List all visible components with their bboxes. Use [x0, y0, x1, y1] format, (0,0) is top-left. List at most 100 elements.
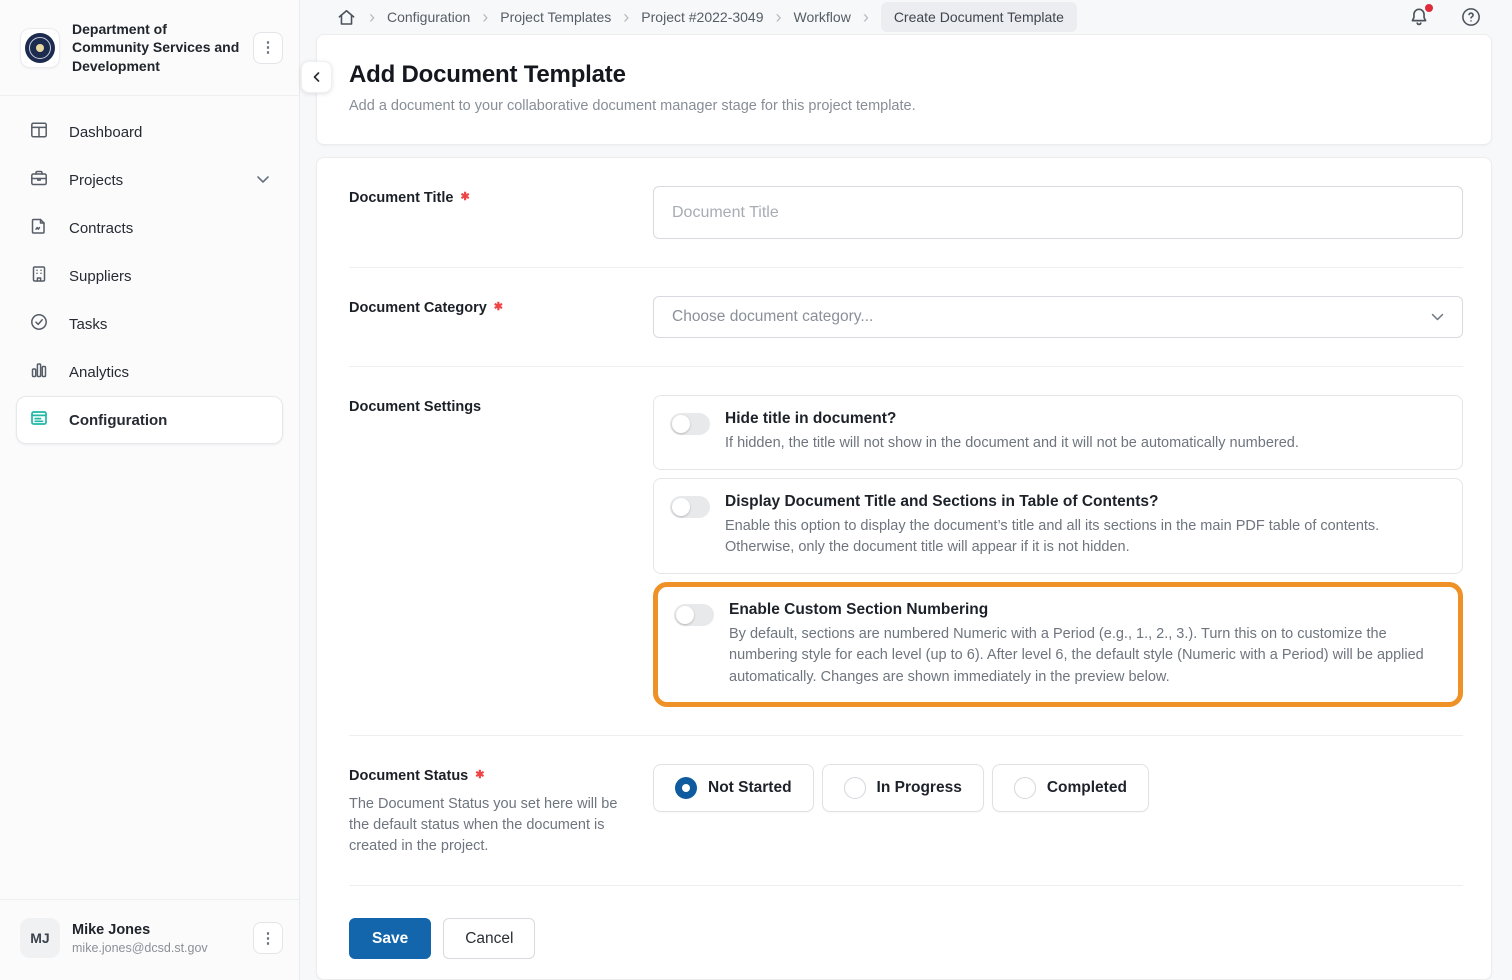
- org-header: Department of Community Services and Dev…: [0, 0, 299, 96]
- breadcrumb-item-workflow[interactable]: Workflow: [794, 9, 851, 25]
- back-button[interactable]: [301, 61, 332, 93]
- chevron-down-icon: [1431, 308, 1444, 326]
- sidebar-item-label: Dashboard: [69, 124, 142, 141]
- document-template-form: Document Title✱ Document Category✱ Choos…: [316, 157, 1492, 980]
- breadcrumb-item-configuration[interactable]: Configuration: [387, 9, 470, 25]
- sidebar-item-configuration[interactable]: Configuration: [16, 396, 283, 444]
- sidebar-item-suppliers[interactable]: Suppliers: [16, 252, 283, 300]
- document-status-description: The Document Status you set here will be…: [349, 794, 621, 857]
- sidebar-item-projects[interactable]: Projects: [16, 156, 283, 204]
- breadcrumb-separator: ›: [861, 8, 871, 26]
- breadcrumb-item-project[interactable]: Project #2022-3049: [641, 9, 763, 25]
- setting-title: Hide title in document?: [725, 410, 1299, 428]
- document-title-field-wrap: [653, 186, 1463, 239]
- required-marker: ✱: [475, 769, 484, 781]
- setting-text: Hide title in document? If hidden, the t…: [725, 410, 1299, 454]
- user-name: Mike Jones: [72, 922, 241, 938]
- setting-custom-section-numbering: Enable Custom Section Numbering By defau…: [653, 582, 1463, 707]
- notification-dot: [1425, 4, 1433, 12]
- toggle-knob: [672, 415, 690, 433]
- user-panel: MJ Mike Jones mike.jones@dcsd.st.gov ⋮: [0, 899, 299, 980]
- display-toc-toggle[interactable]: [670, 496, 710, 518]
- radio-label: In Progress: [877, 779, 962, 797]
- document-settings-label: Document Settings: [349, 395, 653, 415]
- topbar-icons: [1408, 6, 1482, 28]
- sidebar-item-label: Suppliers: [69, 268, 132, 285]
- breadcrumb: › Configuration › Project Templates › Pr…: [336, 2, 1408, 32]
- status-option-completed[interactable]: Completed: [992, 764, 1149, 812]
- org-menu-button[interactable]: ⋮: [253, 32, 283, 64]
- radio-icon: [844, 777, 866, 799]
- select-placeholder: Choose document category...: [672, 308, 873, 326]
- sidebar: Department of Community Services and Dev…: [0, 0, 300, 980]
- document-category-label: Document Category✱: [349, 296, 653, 316]
- hide-title-toggle[interactable]: [670, 413, 710, 435]
- sidebar-item-label: Projects: [69, 172, 123, 189]
- cancel-button[interactable]: Cancel: [443, 918, 535, 959]
- setting-text: Display Document Title and Sections in T…: [725, 493, 1445, 559]
- sidebar-item-label: Tasks: [69, 316, 107, 333]
- setting-title: Enable Custom Section Numbering: [729, 601, 1442, 619]
- toggle-knob: [672, 498, 690, 516]
- radio-label: Not Started: [708, 779, 792, 797]
- page-title: Add Document Template: [349, 61, 1459, 89]
- sidebar-item-dashboard[interactable]: Dashboard: [16, 108, 283, 156]
- setting-title: Display Document Title and Sections in T…: [725, 493, 1445, 511]
- setting-description: By default, sections are numbered Numeri…: [729, 624, 1442, 688]
- avatar: MJ: [20, 918, 60, 958]
- briefcase-icon: [29, 168, 49, 193]
- user-meta: Mike Jones mike.jones@dcsd.st.gov: [72, 922, 241, 955]
- building-icon: [29, 264, 49, 289]
- save-button[interactable]: Save: [349, 918, 431, 959]
- custom-section-numbering-toggle[interactable]: [674, 604, 714, 626]
- required-marker: ✱: [460, 191, 469, 203]
- breadcrumb-item-project-templates[interactable]: Project Templates: [500, 9, 611, 25]
- document-title-input[interactable]: [653, 186, 1463, 239]
- setting-description: Enable this option to display the docume…: [725, 516, 1445, 559]
- form-actions: Save Cancel: [349, 886, 1463, 979]
- government-seal-icon: [25, 33, 55, 63]
- document-category-row: Document Category✱ Choose document categ…: [349, 268, 1463, 367]
- page-header-card: Add Document Template Add a document to …: [316, 34, 1492, 145]
- sidebar-item-label: Configuration: [69, 412, 167, 429]
- org-logo: [20, 28, 60, 68]
- kebab-icon: ⋮: [261, 40, 276, 55]
- breadcrumb-current: Create Document Template: [881, 2, 1077, 32]
- main: Add Document Template Add a document to …: [300, 34, 1512, 980]
- home-icon[interactable]: [336, 7, 357, 28]
- kebab-icon: ⋮: [261, 931, 276, 946]
- document-category-select[interactable]: Choose document category...: [653, 296, 1463, 338]
- setting-display-toc: Display Document Title and Sections in T…: [653, 478, 1463, 574]
- chevron-down-icon: [256, 171, 270, 189]
- topbar: › Configuration › Project Templates › Pr…: [300, 0, 1512, 34]
- document-status-label-block: Document Status✱ The Document Status you…: [349, 764, 653, 857]
- notifications-button[interactable]: [1408, 6, 1430, 28]
- breadcrumb-separator: ›: [621, 8, 631, 26]
- sidebar-item-contracts[interactable]: Contracts: [16, 204, 283, 252]
- user-email: mike.jones@dcsd.st.gov: [72, 941, 241, 955]
- breadcrumb-separator: ›: [774, 8, 784, 26]
- help-button[interactable]: [1460, 6, 1482, 28]
- sidebar-item-label: Analytics: [69, 364, 129, 381]
- sidebar-nav: Dashboard Projects Contracts Suppliers: [0, 96, 299, 456]
- status-option-in-progress[interactable]: In Progress: [822, 764, 984, 812]
- radio-icon: [675, 777, 697, 799]
- user-menu-button[interactable]: ⋮: [253, 922, 283, 954]
- document-status-row: Document Status✱ The Document Status you…: [349, 736, 1463, 886]
- sidebar-item-analytics[interactable]: Analytics: [16, 348, 283, 396]
- setting-text: Enable Custom Section Numbering By defau…: [729, 601, 1442, 688]
- radio-icon: [1014, 777, 1036, 799]
- setting-hide-title: Hide title in document? If hidden, the t…: [653, 395, 1463, 469]
- content-area: › Configuration › Project Templates › Pr…: [300, 0, 1512, 980]
- dashboard-icon: [29, 120, 49, 145]
- document-status-options: Not Started In Progress Completed: [653, 764, 1463, 812]
- radio-label: Completed: [1047, 779, 1127, 797]
- document-title-row: Document Title✱: [349, 158, 1463, 268]
- status-option-not-started[interactable]: Not Started: [653, 764, 814, 812]
- bar-chart-icon: [29, 360, 49, 385]
- setting-description: If hidden, the title will not show in th…: [725, 433, 1299, 454]
- document-status-label: Document Status✱: [349, 764, 653, 784]
- toggle-knob: [676, 606, 694, 624]
- task-check-icon: [29, 312, 49, 337]
- sidebar-item-tasks[interactable]: Tasks: [16, 300, 283, 348]
